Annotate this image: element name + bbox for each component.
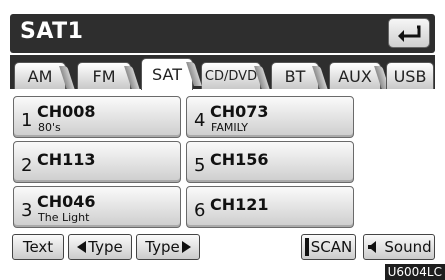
preset-button-2[interactable]: 2 CH113: [13, 141, 181, 183]
preset-channel: CH113: [37, 150, 96, 169]
preset-button-3[interactable]: 3 CH046 The Light: [13, 186, 181, 228]
preset-number: 4: [194, 110, 206, 131]
scan-label: SCAN: [310, 238, 353, 256]
scan-indicator-icon: [304, 238, 309, 256]
preset-button-4[interactable]: 4 CH073 FAMILY: [186, 96, 354, 138]
tab-aux-label: AUX: [338, 66, 372, 86]
figure-code: U6004LC: [384, 264, 445, 280]
tab-fm[interactable]: FM: [77, 62, 131, 89]
triangle-left-icon: [77, 241, 87, 253]
text-button[interactable]: Text: [12, 234, 64, 260]
tab-usb-label: USB: [393, 66, 427, 86]
preset-button-1[interactable]: 1 CH008 80's: [13, 96, 181, 138]
preset-channel-name: The Light: [38, 211, 90, 224]
speaker-icon: [368, 241, 377, 253]
preset-channel: CH073: [210, 102, 269, 121]
sound-label: Sound: [384, 238, 432, 256]
title-bar: SAT1: [10, 14, 435, 53]
type-next-label: Type: [145, 238, 180, 256]
page-title: SAT1: [20, 19, 84, 44]
tab-cd-dvd[interactable]: CD/DVD: [201, 62, 261, 89]
bottom-toolbar: Text Type Type SCAN Sound: [10, 234, 435, 264]
tab-aux[interactable]: AUX: [329, 62, 381, 89]
tab-am[interactable]: AM: [14, 62, 66, 89]
text-button-label: Text: [22, 238, 54, 256]
preset-channel: CH156: [210, 150, 269, 169]
scan-button[interactable]: SCAN: [301, 234, 356, 260]
tab-cd-dvd-label: CD/DVD: [204, 68, 258, 84]
tab-sat[interactable]: SAT: [141, 58, 193, 90]
back-arrow-icon: [398, 25, 421, 42]
preset-number: 3: [21, 200, 33, 221]
type-next-button[interactable]: Type: [136, 234, 200, 260]
back-button[interactable]: [388, 18, 430, 48]
preset-number: 1: [21, 110, 33, 131]
sound-button[interactable]: Sound: [363, 234, 435, 260]
preset-button-5[interactable]: 5 CH156: [186, 141, 354, 183]
preset-channel: CH008: [37, 102, 96, 121]
preset-number: 2: [21, 155, 33, 176]
preset-number: 6: [194, 200, 206, 221]
preset-channel-name: FAMILY: [211, 121, 248, 134]
tab-bt-label: BT: [284, 66, 306, 86]
preset-channel: CH046: [37, 192, 96, 211]
tab-usb[interactable]: USB: [386, 62, 434, 89]
type-prev-button[interactable]: Type: [68, 234, 132, 260]
tab-bt[interactable]: BT: [271, 62, 319, 89]
tab-sat-label: SAT: [152, 65, 182, 84]
preset-button-6[interactable]: 6 CH121: [186, 186, 354, 228]
tab-am-label: AM: [27, 66, 53, 86]
type-prev-label: Type: [88, 238, 123, 256]
preset-channel: CH121: [210, 195, 269, 214]
preset-channel-name: 80's: [38, 121, 61, 134]
preset-panel: 1 CH008 80's 2 CH113 3 CH046 The Light 4…: [10, 89, 435, 231]
tab-fm-label: FM: [92, 66, 116, 86]
triangle-right-icon: [181, 241, 191, 253]
source-tabs: AM FM SAT CD/DVD BT AUX USB: [10, 55, 435, 90]
preset-number: 5: [194, 155, 206, 176]
